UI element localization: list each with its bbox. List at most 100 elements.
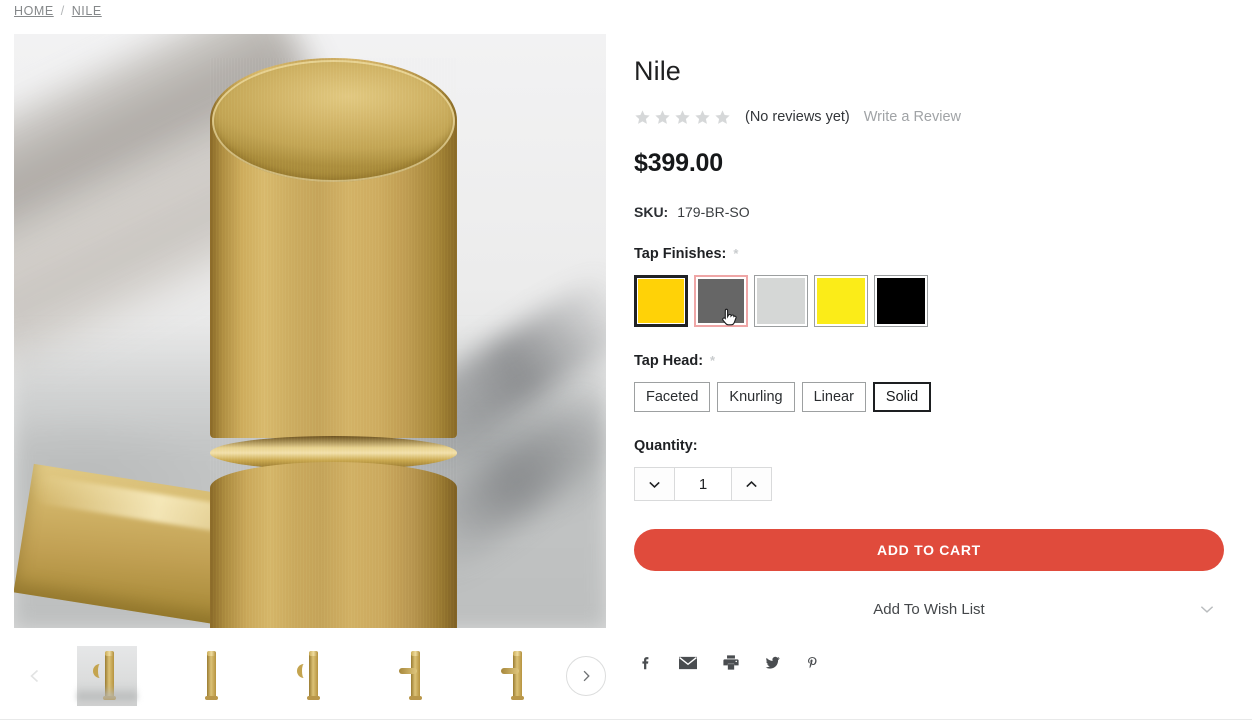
quantity-input[interactable]: [675, 467, 731, 501]
breadcrumb-item-nile[interactable]: NILE: [72, 4, 102, 18]
quantity-label: Quantity:: [634, 438, 698, 454]
tap-head-option-solid[interactable]: Solid: [872, 382, 932, 412]
carousel-next-button[interactable]: [566, 656, 606, 696]
tap-thumb-stem: [207, 652, 216, 700]
tap-thumb-spout: [93, 664, 109, 678]
chevron-left-icon: [30, 669, 39, 683]
thumbnail-item[interactable]: [485, 646, 545, 706]
share-row: [634, 653, 1234, 672]
quantity-block: Quantity:: [634, 438, 1234, 501]
email-icon[interactable]: [677, 654, 699, 672]
star-rating[interactable]: [634, 109, 731, 126]
swatch-light-grey[interactable]: [754, 275, 808, 327]
sku-row: SKU: 179-BR-SO: [634, 204, 1234, 220]
chevron-up-icon: [746, 480, 757, 487]
breadcrumb-separator: /: [60, 4, 65, 18]
tap-head-option-faceted[interactable]: Faceted: [634, 382, 711, 412]
tap-finishes-label-row: Tap Finishes: *: [634, 246, 1234, 262]
swatch-fill: [698, 279, 744, 323]
pinterest-icon[interactable]: [804, 654, 821, 672]
swatch-wrap: [814, 275, 868, 327]
tap-thumb-graphic: [393, 651, 433, 700]
add-to-wishlist-label: Add To Wish List: [873, 600, 985, 618]
add-to-wishlist-button[interactable]: Add To Wish List: [634, 593, 1224, 625]
star-icon: [635, 109, 650, 124]
tap-thumb-cap: [207, 651, 216, 656]
tap-thumb-cap: [411, 651, 420, 656]
chevron-right-icon: [583, 670, 590, 682]
thumbnail-item[interactable]: [383, 646, 443, 706]
product-page: HOME / NILE Nile (No reviews yet) Write …: [0, 0, 1252, 720]
product-gallery: [14, 34, 606, 628]
swatch-black[interactable]: [874, 275, 928, 327]
tap-thumb-base: [511, 696, 524, 700]
tap-thumb-base: [409, 696, 422, 700]
tap-finishes-block: Tap Finishes: *: [634, 246, 1234, 327]
breadcrumb: HOME / NILE: [14, 4, 102, 18]
thumbnail-item[interactable]: [281, 646, 341, 706]
swatch-wrap: [634, 275, 688, 327]
twitter-icon[interactable]: [763, 654, 782, 671]
main-product-image[interactable]: [14, 34, 606, 628]
brass-tap-illustration: [14, 58, 457, 628]
swatch-wrap: [754, 275, 808, 327]
tap-thumb-base: [205, 696, 218, 700]
tap-thumb-base: [103, 696, 116, 700]
tap-thumb-base: [307, 696, 320, 700]
swatch-wrap: [694, 275, 748, 327]
thumbnail-list: [56, 646, 566, 706]
sku-label: SKU:: [634, 204, 669, 220]
tap-head-label-row: Tap Head: *: [634, 353, 1234, 369]
tap-head-option-linear[interactable]: Linear: [801, 382, 866, 412]
carousel-prev-button[interactable]: [14, 655, 56, 697]
write-review-link[interactable]: Write a Review: [864, 109, 961, 125]
tap-thumb-stem: [513, 652, 522, 700]
tap-head-label: Tap Head:: [634, 353, 704, 369]
swatch-fill: [638, 279, 684, 323]
tap-finishes-swatches: [634, 275, 1234, 327]
product-details: Nile (No reviews yet) Write a Review $39…: [634, 56, 1234, 672]
chevron-down-icon: [1200, 606, 1214, 613]
swatch-fill: [877, 278, 925, 324]
required-marker: *: [733, 246, 739, 261]
page-title: Nile: [634, 56, 681, 86]
thumbnail-carousel: [14, 638, 606, 714]
tap-thumb-graphic: [291, 651, 331, 700]
quantity-stepper: [634, 467, 1234, 501]
tap-thumb-cap: [513, 651, 522, 656]
swatch-yellow[interactable]: [814, 275, 868, 327]
tap-thumb-stem: [411, 652, 420, 700]
tap-thumb-graphic: [495, 651, 535, 700]
sku-value: 179-BR-SO: [677, 204, 750, 220]
swatch-fill: [757, 278, 805, 324]
breadcrumb-item-home[interactable]: HOME: [14, 4, 54, 18]
tap-thumb-graphic: [189, 651, 229, 700]
print-icon[interactable]: [721, 653, 741, 672]
star-icon: [715, 109, 730, 124]
swatch-gold[interactable]: [634, 275, 688, 327]
tap-thumb-graphic: [87, 651, 127, 700]
brushed-texture: [210, 58, 457, 628]
tap-thumb-cap: [105, 651, 114, 656]
required-marker: *: [710, 353, 716, 368]
tap-head-options: Faceted Knurling Linear Solid: [634, 382, 1234, 412]
rating-row: (No reviews yet) Write a Review: [634, 107, 1234, 127]
thumbnail-item[interactable]: [77, 646, 137, 706]
tap-head-option-knurling[interactable]: Knurling: [717, 382, 795, 412]
review-count-text: (No reviews yet): [745, 109, 850, 125]
tap-finishes-label: Tap Finishes:: [634, 246, 727, 262]
product-price: $399.00: [634, 149, 723, 177]
swatch-wrap: [874, 275, 928, 327]
quantity-increment-button[interactable]: [731, 467, 772, 501]
tap-thumb-spout: [297, 664, 313, 678]
swatch-gunmetal[interactable]: [694, 275, 748, 327]
facebook-icon[interactable]: [637, 654, 655, 672]
chevron-down-icon: [649, 481, 660, 488]
quantity-decrement-button[interactable]: [634, 467, 675, 501]
tap-thumb-spout: [501, 668, 519, 674]
add-to-cart-button[interactable]: ADD TO CART: [634, 529, 1224, 571]
star-icon: [655, 109, 670, 124]
thumbnail-item[interactable]: [179, 646, 239, 706]
swatch-fill: [817, 278, 865, 324]
tap-thumb-cap: [309, 651, 318, 656]
